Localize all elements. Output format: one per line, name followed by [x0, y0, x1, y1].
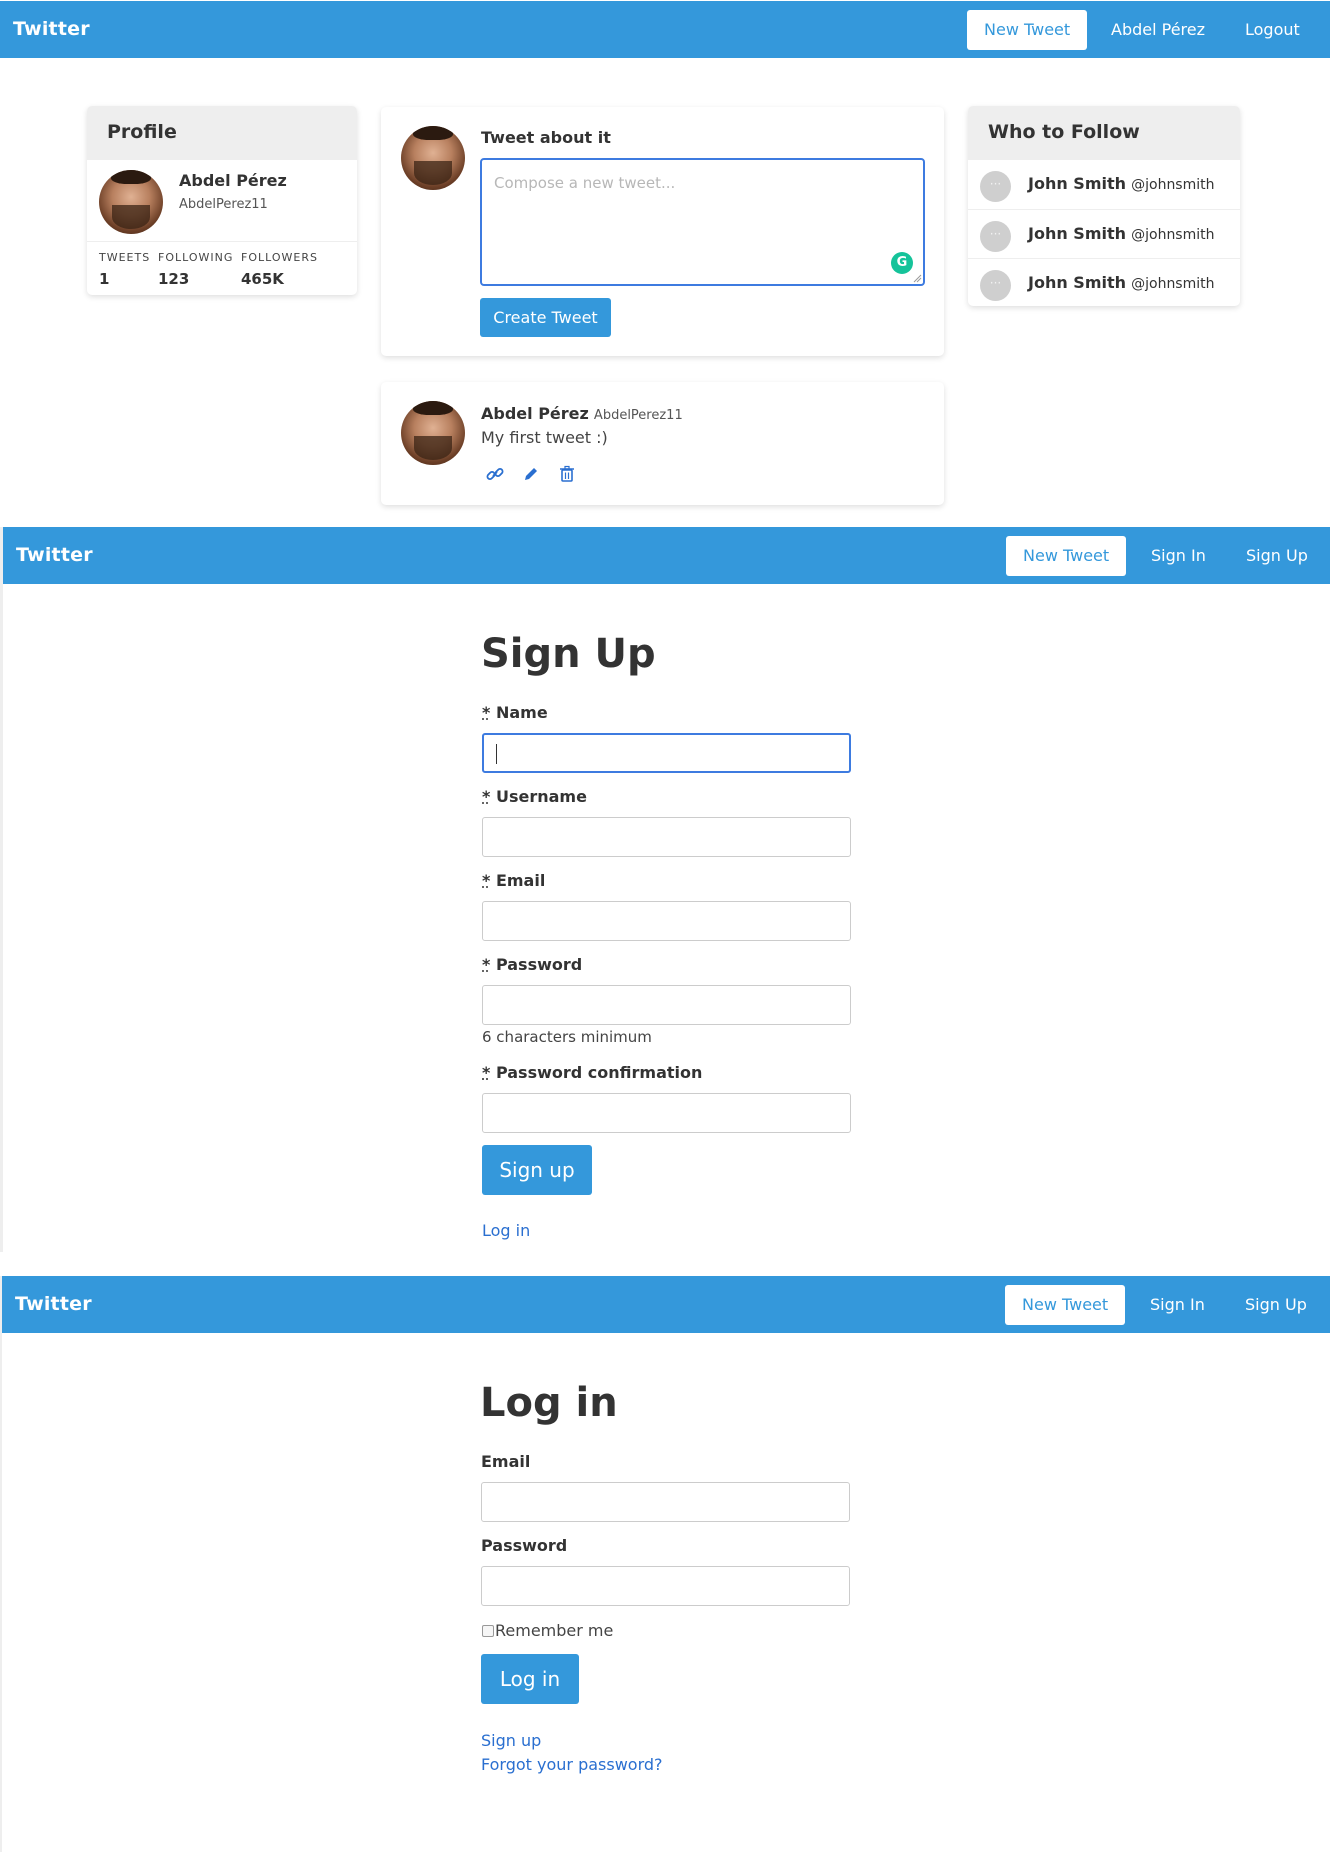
email-field[interactable] [481, 1482, 850, 1522]
username-label-text: Username [495, 787, 587, 806]
navbar: Twitter New Tweet Sign In Sign Up [2, 1276, 1330, 1333]
password-field[interactable] [481, 1566, 850, 1606]
brand-logo[interactable]: Twitter [15, 1293, 92, 1315]
name-field[interactable] [482, 733, 851, 773]
password-label: * Password [482, 955, 582, 974]
tweet-card: Abdel Pérez AbdelPerez11 My first tweet … [381, 382, 944, 505]
page-title: Log in [480, 1380, 618, 1426]
profile-username: AbdelPerez11 [179, 197, 268, 212]
text-caret [496, 744, 497, 764]
tweet-header: Abdel Pérez AbdelPerez11 [481, 404, 683, 423]
follow-suggestion[interactable]: ··· John Smith @johnsmith [968, 209, 1240, 258]
user-avatar-placeholder-icon: ··· [980, 270, 1011, 301]
tweet-text: My first tweet :) [481, 428, 608, 447]
compose-card: Tweet about it Compose a new tweet... G … [381, 107, 944, 356]
stat-value-tweets: 1 [99, 270, 110, 288]
who-to-follow-card: Who to Follow ··· John Smith @johnsmith … [968, 106, 1240, 306]
profile-avatar[interactable] [99, 170, 163, 234]
new-tweet-button[interactable]: New Tweet [967, 10, 1088, 50]
follow-user-handle: @johnsmith [1131, 227, 1215, 243]
sign-up-link[interactable]: Sign Up [1246, 536, 1308, 576]
new-tweet-button[interactable]: New Tweet [1005, 1285, 1126, 1325]
link-icon[interactable] [485, 464, 505, 484]
stat-value-following: 123 [158, 270, 190, 288]
tweet-avatar[interactable] [401, 401, 465, 465]
logout-link[interactable]: Logout [1245, 10, 1300, 50]
brand-logo[interactable]: Twitter [16, 544, 93, 566]
sign-in-link[interactable]: Sign In [1150, 1285, 1205, 1325]
profile-card: Profile Abdel Pérez AbdelPerez11 TWEETS … [87, 106, 357, 295]
follow-suggestion-text: John Smith @johnsmith [1028, 224, 1215, 243]
create-tweet-button[interactable]: Create Tweet [480, 298, 611, 337]
divider [87, 241, 357, 242]
required-marker: * [482, 787, 491, 806]
email-label-text: Email [495, 871, 546, 890]
profile-name[interactable]: Abdel Pérez [179, 171, 287, 190]
password-label: Password [481, 1536, 568, 1555]
password-confirmation-label-text: Password confirmation [495, 1063, 703, 1082]
email-label: * Email [482, 871, 545, 890]
navbar: Twitter New Tweet Sign In Sign Up [3, 527, 1330, 584]
password-label-text: Password [495, 955, 583, 974]
who-to-follow-title: Who to Follow [968, 106, 1240, 160]
compose-avatar [401, 126, 465, 190]
new-tweet-button[interactable]: New Tweet [1006, 536, 1127, 576]
tweet-author-name[interactable]: Abdel Pérez [481, 404, 589, 423]
follow-user-name[interactable]: John Smith [1028, 273, 1126, 292]
stat-label-following: FOLLOWING [158, 251, 234, 264]
required-marker: * [482, 955, 491, 974]
log-in-link[interactable]: Log in [482, 1221, 530, 1240]
tweet-textarea-placeholder: Compose a new tweet... [494, 174, 676, 192]
follow-suggestion-text: John Smith @johnsmith [1028, 273, 1215, 292]
compose-title: Tweet about it [481, 128, 611, 147]
email-label: Email [481, 1452, 531, 1471]
follow-suggestion[interactable]: ··· John Smith @johnsmith [968, 160, 1240, 209]
page-title: Sign Up [481, 631, 656, 677]
stat-label-tweets: TWEETS [99, 251, 151, 264]
follow-suggestion-text: John Smith @johnsmith [1028, 174, 1215, 193]
trash-icon[interactable] [557, 464, 577, 484]
tweet-author-username: AbdelPerez11 [593, 408, 683, 423]
navbar: Twitter New Tweet Abdel Pérez Logout [0, 1, 1330, 58]
brand-logo[interactable]: Twitter [13, 18, 90, 40]
required-marker: * [482, 871, 491, 890]
stat-value-followers: 465K [241, 270, 284, 288]
tweet-textarea[interactable]: Compose a new tweet... G [480, 158, 925, 286]
pencil-icon[interactable] [521, 464, 541, 484]
profile-card-title: Profile [87, 106, 357, 160]
password-field[interactable] [482, 985, 851, 1025]
password-hint: 6 characters minimum [482, 1028, 652, 1046]
required-marker: * [482, 1063, 491, 1082]
follow-user-handle: @johnsmith [1131, 177, 1215, 193]
password-confirmation-field[interactable] [482, 1093, 851, 1133]
forgot-password-link[interactable]: Forgot your password? [481, 1755, 663, 1774]
user-avatar-placeholder-icon: ··· [980, 221, 1011, 252]
sign-in-link[interactable]: Sign In [1151, 536, 1206, 576]
username-label: * Username [482, 787, 587, 806]
name-label-text: Name [495, 703, 548, 722]
password-confirmation-label: * Password confirmation [482, 1063, 702, 1082]
email-field[interactable] [482, 901, 851, 941]
signup-screen: Twitter New Tweet Sign In Sign Up Sign U… [0, 527, 1330, 1252]
stat-label-followers: FOLLOWERS [241, 251, 318, 264]
remember-me-checkbox[interactable] [482, 1625, 494, 1637]
home-screen: Twitter New Tweet Abdel Pérez Logout Pro… [0, 0, 1330, 527]
log-in-button[interactable]: Log in [481, 1654, 579, 1704]
follow-user-name[interactable]: John Smith [1028, 224, 1126, 243]
follow-user-name[interactable]: John Smith [1028, 174, 1126, 193]
username-field[interactable] [482, 817, 851, 857]
user-avatar-placeholder-icon: ··· [980, 171, 1011, 202]
follow-user-handle: @johnsmith [1131, 276, 1215, 292]
follow-suggestion[interactable]: ··· John Smith @johnsmith [968, 258, 1240, 306]
name-label: * Name [482, 703, 548, 722]
required-marker: * [482, 703, 491, 722]
sign-up-link[interactable]: Sign up [481, 1731, 541, 1750]
nav-user-link[interactable]: Abdel Pérez [1111, 10, 1205, 50]
sign-up-link[interactable]: Sign Up [1245, 1285, 1307, 1325]
login-screen: Twitter New Tweet Sign In Sign Up Log in… [0, 1276, 1330, 1852]
resize-handle-icon[interactable] [913, 274, 922, 283]
remember-me-label[interactable]: Remember me [495, 1621, 613, 1640]
grammarly-icon[interactable]: G [891, 252, 913, 274]
sign-up-button[interactable]: Sign up [482, 1145, 592, 1195]
